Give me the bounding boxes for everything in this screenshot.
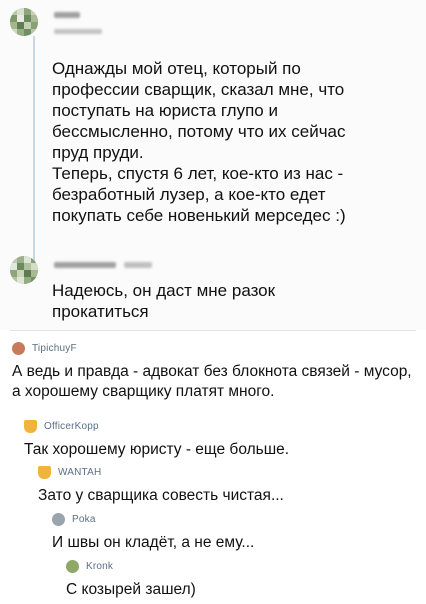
author-handle-redacted: [54, 29, 102, 34]
comment: OfficerKopp Так хорошему юристу - еще бо…: [24, 418, 412, 460]
section-divider: [10, 330, 416, 331]
reply-author-name-redacted: [54, 262, 116, 268]
post-body: Однажды мой отец, который по профессии с…: [52, 58, 412, 226]
post-line: безработный лузер, а кое-кто едет: [52, 185, 326, 204]
comment-text: А ведь и правда - адвокат без блокнота с…: [12, 363, 412, 400]
post-line: пруд пруди.: [52, 143, 144, 162]
comment: TipichuyF А ведь и правда - адвокат без …: [12, 340, 412, 402]
post-line: бессмысленно, потому что их сейчас: [52, 122, 346, 141]
commenter-avatar[interactable]: [66, 559, 79, 573]
commenter-avatar[interactable]: [12, 341, 25, 355]
commenter-avatar[interactable]: [52, 512, 65, 526]
commenter-avatar[interactable]: [24, 419, 37, 433]
reply-author-avatar[interactable]: [10, 256, 38, 284]
comment: WANTAH Зато у сварщика совесть чистая...: [38, 464, 412, 506]
post-line: Теперь, спустя 6 лет, кое-кто из нас -: [52, 164, 344, 183]
commenter-avatar[interactable]: [38, 465, 51, 479]
reply-line: прокатиться: [52, 302, 149, 321]
thread-line: [33, 36, 35, 268]
comment-text: Так хорошему юристу - еще больше.: [24, 441, 290, 458]
author-name-redacted: [54, 12, 80, 18]
comment-text: Зато у сварщика совесть чистая...: [38, 487, 284, 504]
comment-username[interactable]: WANTAH: [58, 467, 101, 478]
reply-author-meta-redacted: [124, 262, 152, 268]
comment-username[interactable]: OfficerKopp: [44, 421, 99, 432]
social-post: Однажды мой отец, который по профессии с…: [0, 0, 426, 330]
comment: Kronk С козырей зашел): [66, 558, 412, 600]
comment-username[interactable]: Poka: [72, 514, 96, 525]
post-line: покупать себе новенький мерседес :): [52, 206, 346, 225]
reply-line: Надеюсь, он даст мне разок: [52, 281, 276, 300]
post-line: Однажды мой отец, который по: [52, 59, 301, 78]
comment-text: С козырей зашел): [66, 581, 196, 598]
reply-body: Надеюсь, он даст мне разок прокатиться: [52, 280, 412, 322]
comment-text: И швы он кладёт, а не ему...: [52, 534, 255, 551]
comment-username[interactable]: Kronk: [86, 561, 113, 572]
post-line: поступать на юриста глупо и: [52, 101, 278, 120]
post-line: профессии сварщик, сказал мне, что: [52, 80, 345, 99]
comment: Poka И швы он кладёт, а не ему...: [52, 511, 412, 553]
author-avatar[interactable]: [10, 8, 38, 36]
comment-username[interactable]: TipichuyF: [32, 343, 77, 354]
